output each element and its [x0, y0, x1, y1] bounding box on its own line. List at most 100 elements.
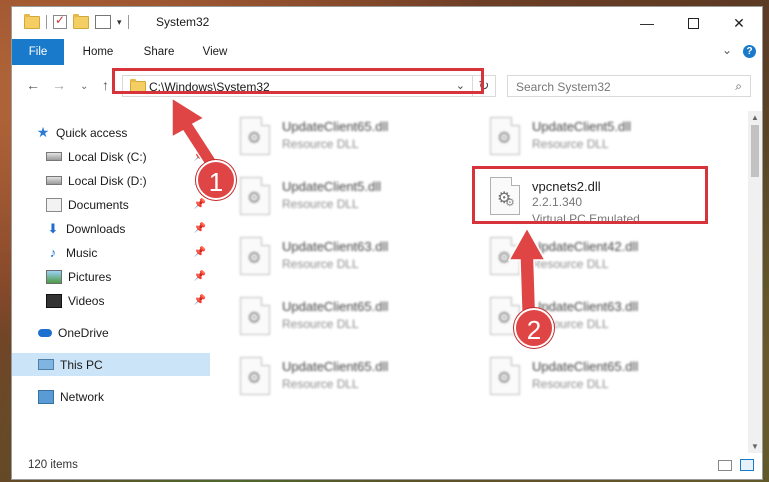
sidebar-item-local-disk-d[interactable]: Local Disk (D:) 📌: [12, 169, 210, 192]
folder-icon: [24, 13, 40, 29]
sidebar-item-quick-access[interactable]: ★ Quick access: [36, 121, 234, 144]
sidebar-item-music[interactable]: ♪ Music 📌: [12, 241, 210, 264]
dll-file-icon: ⚙: [490, 117, 520, 155]
downloads-icon: ⬇: [47, 220, 59, 236]
maximize-button[interactable]: [670, 7, 716, 39]
pin-icon[interactable]: 📌: [194, 151, 206, 162]
recent-locations-dropdown[interactable]: ⌄: [80, 81, 88, 92]
pictures-icon: [46, 269, 62, 284]
file-item[interactable]: ⚙ UpdateClient42.dll Resource DLL: [484, 233, 724, 285]
dll-file-icon: ⚙: [240, 357, 270, 395]
file-name: UpdateClient65.dll: [532, 359, 639, 374]
scroll-up-icon[interactable]: ▲: [751, 113, 759, 122]
music-icon: ♪: [49, 245, 57, 260]
dll-file-icon: ⚙: [240, 117, 270, 155]
back-button[interactable]: ←: [26, 77, 40, 93]
tiles-view-icon[interactable]: [740, 459, 754, 471]
pin-icon[interactable]: 📌: [194, 271, 206, 282]
file-name: UpdateClient5.dll: [282, 179, 382, 194]
search-input[interactable]: Search System32: [516, 80, 611, 94]
file-name: UpdateClient65.dll: [282, 359, 389, 374]
file-name: UpdateClient65.dll: [282, 119, 389, 134]
scroll-down-icon[interactable]: ▼: [751, 442, 759, 451]
vertical-scrollbar[interactable]: ▲ ▼: [748, 111, 762, 453]
pin-icon[interactable]: 📌: [194, 223, 206, 234]
properties-check-icon[interactable]: [53, 13, 67, 29]
file-item[interactable]: ⚙ UpdateClient63.dll Resource DLL: [234, 233, 474, 285]
sidebar-item-onedrive[interactable]: OneDrive: [12, 321, 210, 344]
network-icon: [38, 389, 54, 404]
details-view-icon[interactable]: [718, 460, 732, 471]
dll-file-icon: ⚙: [240, 297, 270, 335]
new-folder-icon[interactable]: [73, 13, 89, 29]
file-item[interactable]: ⚙ UpdateClient5.dll Resource DLL: [234, 173, 474, 225]
videos-icon: [46, 293, 62, 308]
ribbon-tabs: File Home Share View ⌄ ?: [12, 39, 762, 66]
documents-icon: [46, 197, 62, 212]
customize-toolbar-dropdown[interactable]: ▾: [117, 17, 122, 28]
pc-icon: [38, 359, 54, 370]
up-button[interactable]: ↑: [102, 77, 109, 93]
file-name: UpdateClient5.dll: [532, 119, 632, 134]
navigation-pane: ★ Quick access Local Disk (C:) 📌 Local D…: [12, 111, 210, 453]
title-bar: ▾ System32 — ✕: [12, 7, 762, 39]
sidebar-item-label: Videos: [68, 293, 105, 308]
sidebar-item-documents[interactable]: Documents 📌: [12, 193, 210, 216]
file-name: UpdateClient42.dll: [532, 239, 639, 254]
file-item[interactable]: ⚙ UpdateClient65.dll Resource DLL: [234, 293, 474, 345]
step-2-badge: 2: [514, 308, 554, 348]
dll-file-icon: ⚙: [490, 237, 520, 275]
minimize-button[interactable]: —: [624, 7, 670, 39]
expand-ribbon-chevron-icon[interactable]: ⌄: [722, 43, 732, 57]
file-type: Resource DLL: [282, 197, 359, 211]
search-icon[interactable]: ⌕: [735, 79, 742, 94]
file-item[interactable]: ⚙ UpdateClient65.dll Resource DLL: [234, 353, 474, 405]
pin-icon[interactable]: 📌: [194, 199, 206, 210]
pin-icon[interactable]: 📌: [194, 247, 206, 258]
file-type: Resource DLL: [532, 257, 609, 271]
search-box[interactable]: Search System32 ⌕: [507, 75, 751, 97]
sidebar-item-label: Local Disk (D:): [68, 173, 147, 188]
sidebar-item-label: Local Disk (C:): [68, 149, 147, 164]
dll-file-icon: ⚙: [490, 357, 520, 395]
sidebar-item-label: Documents: [68, 197, 129, 212]
file-item[interactable]: ⚙ UpdateClient65.dll Resource DLL: [234, 113, 474, 165]
sidebar-item-local-disk-c[interactable]: Local Disk (C:) 📌: [12, 145, 210, 168]
maximize-icon: [687, 17, 699, 29]
file-type: Resource DLL: [532, 137, 609, 151]
disk-icon: [46, 176, 62, 185]
sidebar-item-this-pc[interactable]: This PC: [12, 353, 210, 376]
sidebar-item-label: Downloads: [66, 221, 126, 236]
file-list: ⚙ UpdateClient65.dll Resource DLL ⚙ Upda…: [210, 111, 748, 453]
help-icon[interactable]: ?: [743, 45, 756, 58]
status-bar: 120 items: [12, 453, 762, 479]
tab-view[interactable]: View: [192, 39, 238, 65]
pin-icon[interactable]: 📌: [194, 295, 206, 306]
forward-button[interactable]: →: [52, 77, 66, 93]
sidebar-item-label: Network: [60, 389, 105, 404]
dll-file-icon: ⚙: [240, 177, 270, 215]
sidebar-item-label: Pictures: [68, 269, 112, 284]
tab-share[interactable]: Share: [134, 39, 184, 65]
quick-access-toolbar: ▾: [24, 13, 129, 29]
tab-home[interactable]: Home: [72, 39, 124, 65]
file-name: UpdateClient65.dll: [282, 299, 389, 314]
file-item[interactable]: ⚙ UpdateClient5.dll Resource DLL: [484, 113, 724, 165]
sidebar-item-downloads[interactable]: ⬇ Downloads 📌: [12, 217, 210, 240]
file-type: Resource DLL: [282, 137, 359, 151]
tab-file[interactable]: File: [12, 39, 64, 65]
file-item[interactable]: ⚙ UpdateClient65.dll Resource DLL: [484, 353, 724, 405]
window-title: System32: [156, 15, 210, 29]
address-bar-highlight: [112, 68, 484, 94]
close-button[interactable]: ✕: [716, 7, 762, 39]
target-file-highlight: [472, 166, 708, 224]
disk-icon: [46, 152, 62, 161]
file-type: Resource DLL: [282, 317, 359, 331]
scroll-thumb[interactable]: [751, 125, 759, 177]
file-type: Resource DLL: [532, 377, 609, 391]
sidebar-item-videos[interactable]: Videos 📌: [12, 289, 210, 312]
sidebar-item-pictures[interactable]: Pictures 📌: [12, 265, 210, 288]
item-count: 120 items: [28, 459, 78, 471]
sidebar-item-network[interactable]: Network: [12, 385, 210, 408]
properties-icon[interactable]: [95, 15, 111, 29]
